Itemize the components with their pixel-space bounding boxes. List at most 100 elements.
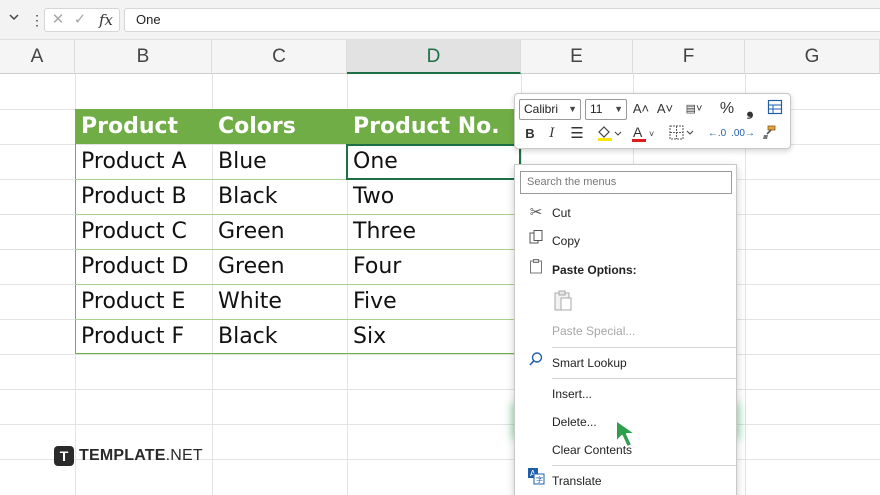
svg-text:字: 字 — [536, 475, 543, 484]
menu-item-insert[interactable]: Insert... — [515, 380, 736, 408]
decrease-font-size-icon[interactable]: A˅ — [655, 99, 675, 119]
name-box-dropdown-chevron-down-icon[interactable] — [4, 10, 24, 30]
clipboard-icon — [525, 256, 547, 284]
logo-text: TEMPLATE.NET — [79, 447, 203, 465]
accounting-format-icon[interactable]: ▤˅ — [679, 99, 709, 119]
search-icon — [525, 349, 547, 377]
logo-suffix: .NET — [165, 447, 203, 464]
menu-item-label: Paste Options: — [552, 263, 637, 277]
percent-style-icon[interactable]: % — [717, 99, 737, 119]
menu-item-paste-options: Paste Options: — [515, 256, 736, 284]
table-cell[interactable]: Two — [347, 179, 521, 214]
column-header-g[interactable]: G — [745, 40, 880, 74]
table-cell[interactable]: Product E — [75, 284, 212, 319]
menu-separator — [552, 347, 736, 348]
copy-icon — [525, 227, 547, 255]
grid-line — [0, 424, 880, 425]
menu-item-label: Translate — [552, 474, 602, 488]
increase-decimal-icon[interactable]: ←.0 — [705, 124, 729, 144]
table-cell[interactable]: Four — [347, 249, 521, 284]
table-cell[interactable]: Product A — [75, 144, 212, 179]
column-header-d[interactable]: D — [347, 40, 521, 74]
borders-icon[interactable] — [667, 124, 697, 144]
italic-icon[interactable]: I — [543, 124, 561, 144]
template-net-logo: T TEMPLATE.NET — [54, 445, 203, 467]
table-cell[interactable]: Six — [347, 319, 521, 354]
chevron-down-icon: ▼ — [568, 104, 577, 114]
menu-separator — [552, 465, 736, 466]
table-cell[interactable]: Black — [212, 319, 347, 354]
comma-style-icon[interactable]: ❟ — [741, 99, 759, 119]
insert-function-fx-icon[interactable]: fx — [95, 9, 117, 31]
search-menus-input[interactable]: Search the menus — [520, 171, 732, 194]
table-border — [75, 353, 521, 354]
column-header-b[interactable]: B — [75, 40, 212, 74]
font-name-value: Calibri — [524, 102, 559, 116]
paste-button[interactable] — [515, 283, 736, 319]
menu-item-label: Paste Special... — [552, 324, 636, 338]
more-options-vertical-dots-icon[interactable]: ⋮ — [30, 10, 44, 30]
menu-item-label: Copy — [552, 234, 581, 248]
table-cell[interactable]: Product F — [75, 319, 212, 354]
table-border — [75, 214, 521, 215]
enter-icon[interactable]: ✓ — [69, 9, 91, 31]
menu-item-paste-special[interactable]: Paste Special... — [515, 317, 736, 345]
format-table-icon[interactable] — [765, 99, 785, 119]
menu-item-label: Smart Lookup — [552, 356, 627, 370]
format-painter-icon[interactable] — [759, 124, 779, 144]
table-cell[interactable]: Three — [347, 214, 521, 249]
menu-item-cut[interactable]: ✂ Cut — [515, 199, 736, 227]
table-border — [75, 249, 521, 250]
formula-input[interactable]: One — [124, 8, 880, 32]
mini-toolbar: Calibri ▼ 11 ▼ A˄ A˅ ▤˅ % ❟ B I ☰ A ˅ ←.… — [514, 93, 791, 149]
menu-separator — [552, 378, 736, 379]
chevron-down-icon: ˅ — [649, 129, 655, 139]
logo-name: TEMPLATE — [79, 447, 166, 464]
active-cell-selection — [346, 144, 521, 180]
table-cell[interactable]: Green — [212, 249, 347, 284]
menu-item-smart-lookup[interactable]: Smart Lookup — [515, 349, 736, 377]
column-header-e[interactable]: E — [521, 40, 633, 74]
decrease-decimal-icon[interactable]: .00→ — [731, 124, 755, 144]
table-header-product[interactable]: Product — [75, 109, 212, 144]
align-center-icon[interactable]: ☰ — [567, 124, 587, 144]
font-size-select[interactable]: 11 ▼ — [585, 99, 627, 120]
grid-line — [0, 389, 880, 390]
table-cell[interactable]: Blue — [212, 144, 347, 179]
chevron-down-icon: ▼ — [614, 104, 623, 114]
menu-item-copy[interactable]: Copy — [515, 227, 736, 255]
font-size-value: 11 — [590, 102, 603, 116]
table-cell[interactable]: Product D — [75, 249, 212, 284]
fill-color-icon[interactable] — [593, 124, 625, 144]
menu-item-label: Insert... — [552, 387, 593, 401]
font-color-swatch — [632, 139, 646, 142]
table-cell[interactable]: Black — [212, 179, 347, 214]
logo-mark: T — [54, 446, 74, 466]
grid-line — [0, 354, 880, 355]
column-header-a[interactable]: A — [0, 40, 75, 74]
translate-icon: A字 — [525, 467, 547, 495]
font-name-select[interactable]: Calibri ▼ — [519, 99, 581, 120]
pointer-cursor-icon — [614, 418, 642, 455]
menu-item-translate[interactable]: A字 Translate — [515, 467, 736, 495]
table-cell[interactable]: White — [212, 284, 347, 319]
increase-font-size-icon[interactable]: A˄ — [631, 99, 651, 119]
table-header-product-no[interactable]: Product No. — [347, 109, 521, 144]
table-cell[interactable]: Green — [212, 214, 347, 249]
table-border — [75, 319, 521, 320]
bold-icon[interactable]: B — [521, 124, 539, 144]
table-cell[interactable]: Product B — [75, 179, 212, 214]
scissors-icon: ✂ — [529, 204, 543, 221]
formula-bar: ⋮ ✕ ✓ fx One — [0, 0, 880, 40]
font-color-icon[interactable]: A ˅ — [631, 124, 661, 144]
cancel-icon[interactable]: ✕ — [47, 9, 69, 31]
menu-item-label: Cut — [552, 206, 571, 220]
table-header-colors[interactable]: Colors — [212, 109, 347, 144]
column-header-f[interactable]: F — [633, 40, 745, 74]
menu-item-label: Delete... — [552, 415, 597, 429]
table-cell[interactable]: Product C — [75, 214, 212, 249]
column-header-c[interactable]: C — [212, 40, 347, 74]
table-cell[interactable]: Five — [347, 284, 521, 319]
formula-buttons: ✕ ✓ fx — [44, 8, 120, 32]
table-border — [75, 284, 521, 285]
